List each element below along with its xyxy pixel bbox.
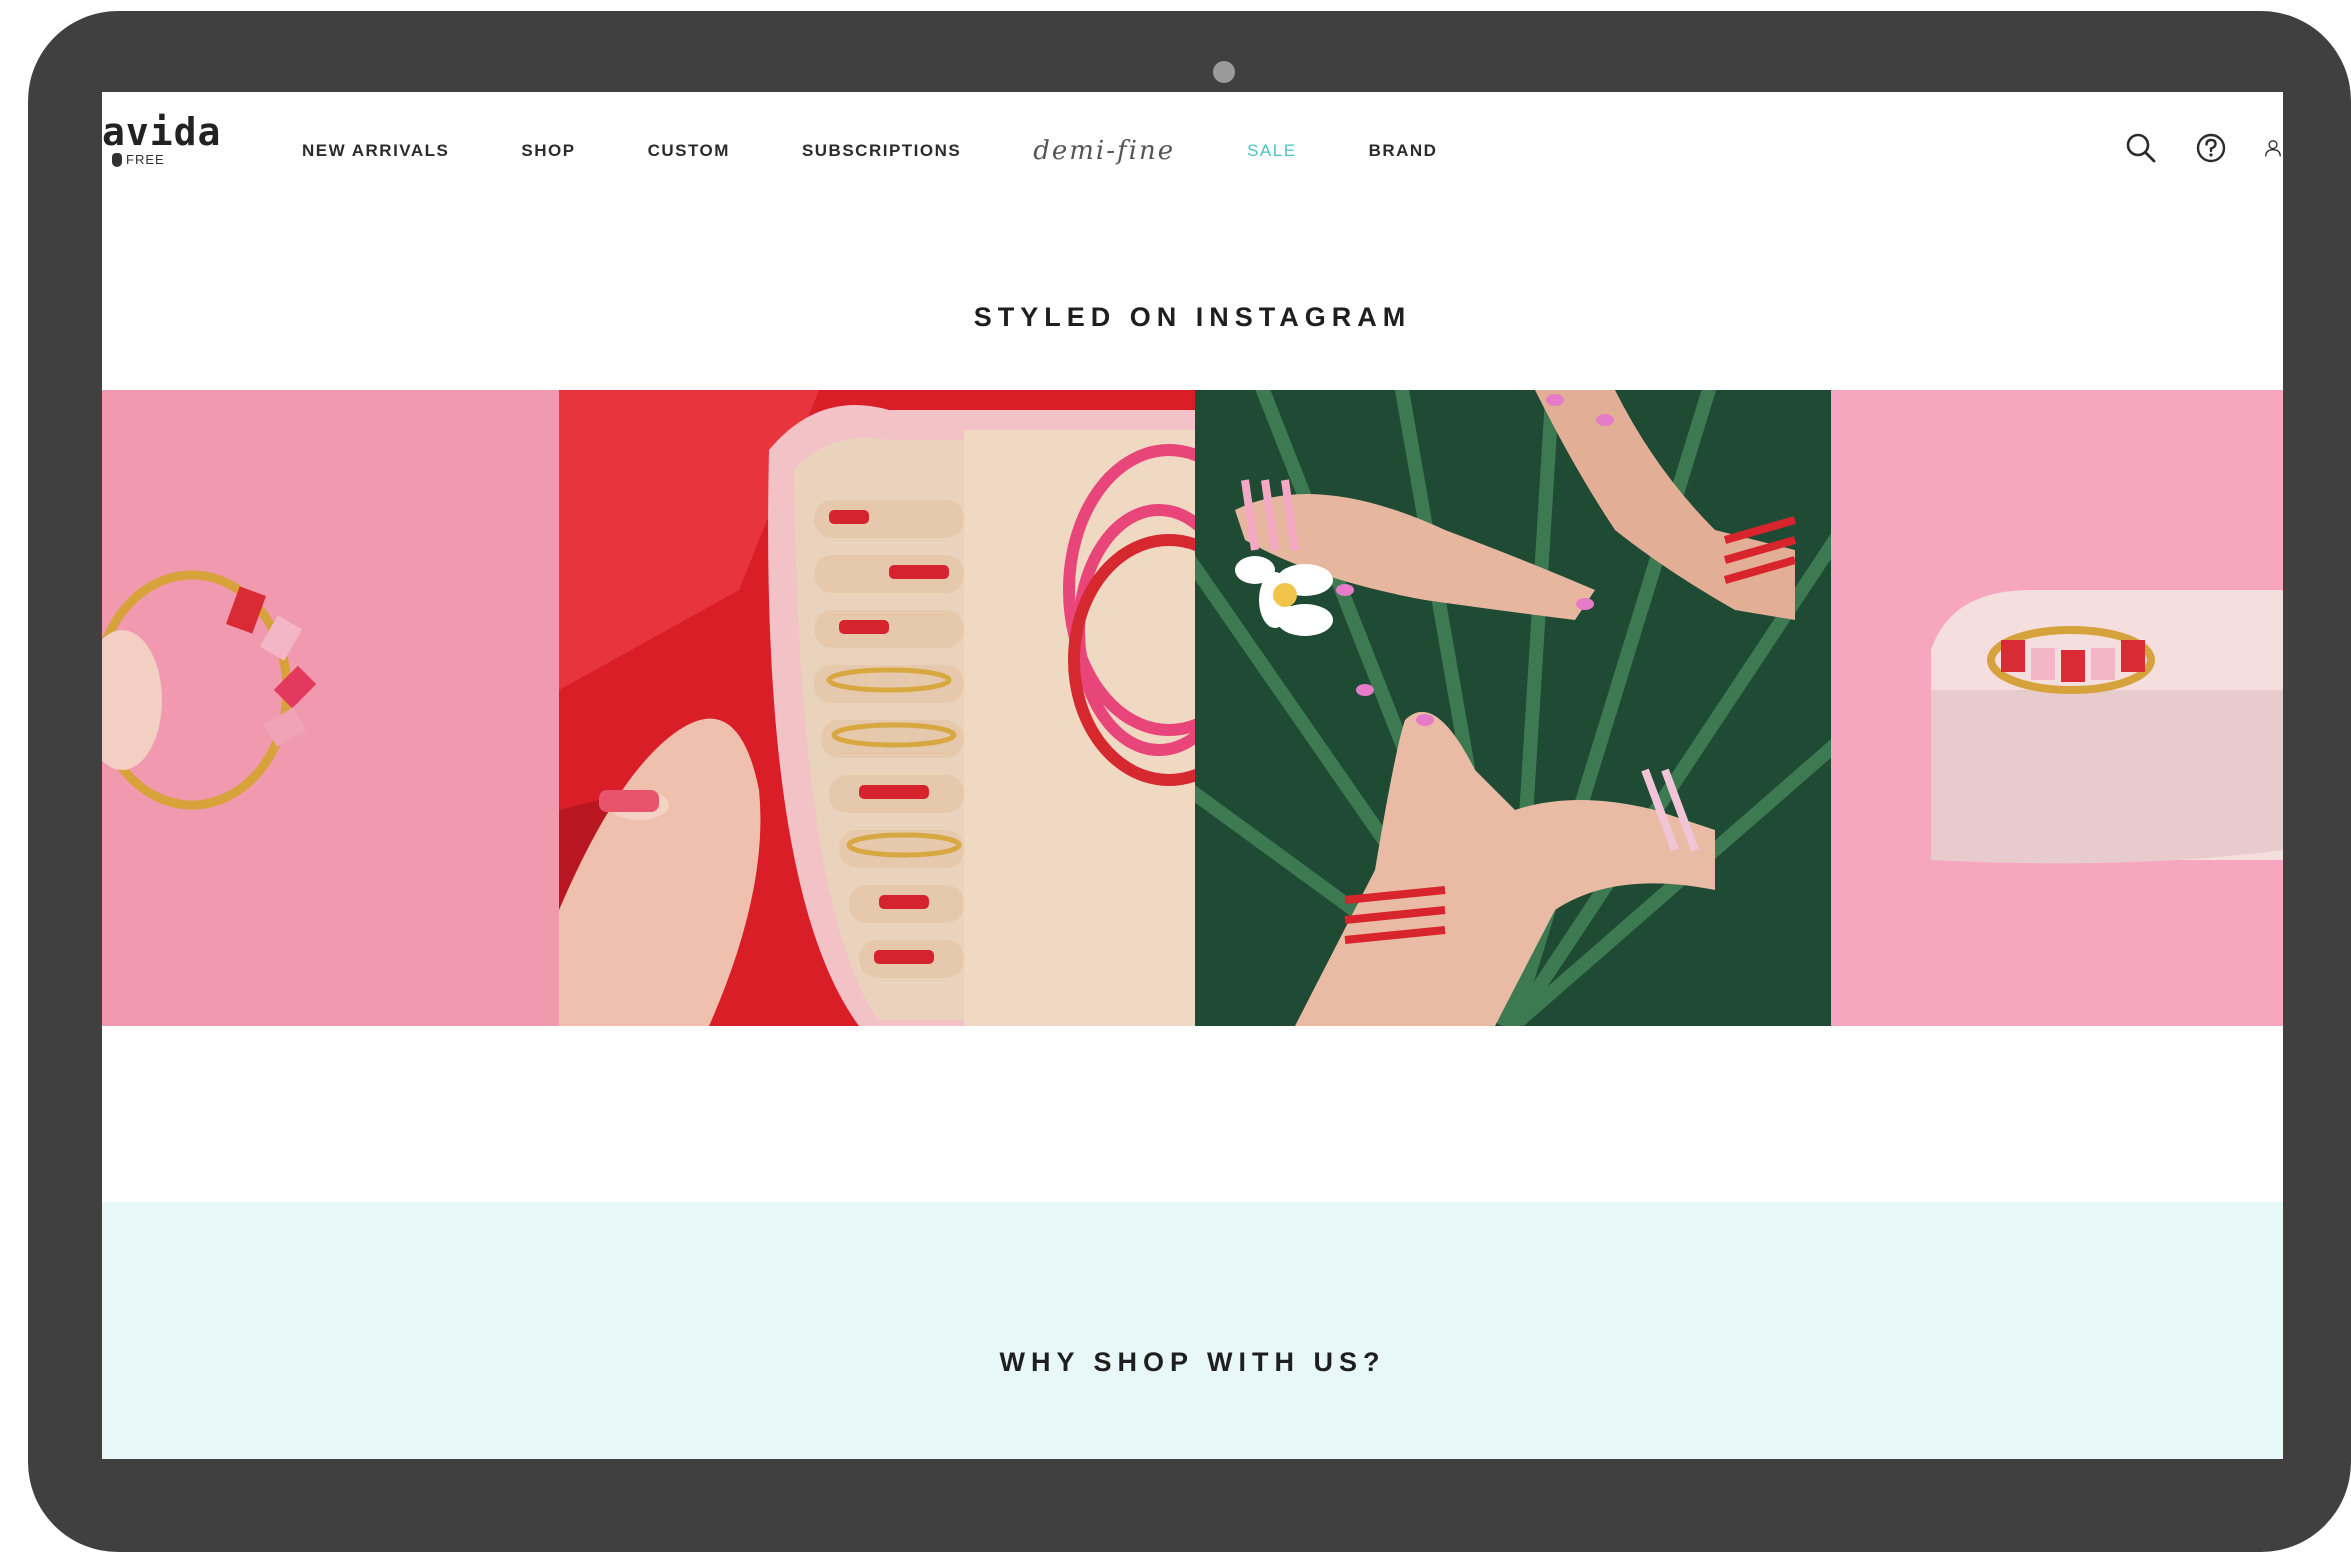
instagram-photo[interactable] — [102, 390, 559, 1026]
nav-subscriptions[interactable]: SUBSCRIPTIONS — [802, 141, 961, 161]
site-logo[interactable]: avida FREE — [102, 112, 221, 167]
search-icon[interactable] — [2123, 130, 2159, 166]
nav-custom[interactable]: CUSTOM — [648, 141, 730, 161]
camera-dot — [1213, 61, 1235, 83]
nav-sale[interactable]: SALE — [1247, 141, 1296, 161]
photo-ring-pink — [102, 390, 559, 1026]
instagram-title: STYLED ON INSTAGRAM — [933, 302, 1452, 337]
nav-brand[interactable]: BRAND — [1369, 141, 1438, 161]
nav-shop[interactable]: SHOP — [521, 141, 575, 161]
nav-demi-fine[interactable]: demi-fine — [1033, 136, 1175, 166]
nav-new-arrivals[interactable]: NEW ARRIVALS — [302, 141, 449, 161]
instagram-photo[interactable] — [1831, 390, 2283, 1026]
logo-subtext: FREE — [112, 152, 221, 167]
instagram-photo[interactable] — [559, 390, 1195, 1026]
browser-screen: avida FREE NEW ARRIVALS SHOP CUSTOM SUBS… — [102, 92, 2283, 1459]
site-header: avida FREE NEW ARRIVALS SHOP CUSTOM SUBS… — [102, 92, 2283, 210]
photo-ring-marble — [1831, 390, 2283, 1026]
photo-jewelry-case — [559, 390, 1195, 1026]
logo-subtext-label: FREE — [126, 152, 165, 167]
help-icon[interactable] — [2193, 130, 2229, 166]
instagram-heading: STYLED ON INSTAGRAM — [102, 302, 2283, 337]
why-shop-section: WHY SHOP WITH US? — [102, 1202, 2283, 1459]
main-nav: NEW ARRIVALS SHOP CUSTOM SUBSCRIPTIONS d… — [302, 92, 1509, 210]
why-heading: WHY SHOP WITH US? — [102, 1347, 2283, 1382]
instagram-photo[interactable] — [1195, 390, 1831, 1026]
photo-hands-palm — [1195, 390, 1831, 1026]
header-icons — [2123, 130, 2283, 166]
pineapple-icon — [112, 152, 122, 167]
logo-wordmark: avida — [102, 110, 222, 154]
why-title: WHY SHOP WITH US? — [959, 1347, 1426, 1382]
instagram-gallery — [102, 390, 2283, 1026]
account-icon[interactable] — [2263, 130, 2283, 166]
